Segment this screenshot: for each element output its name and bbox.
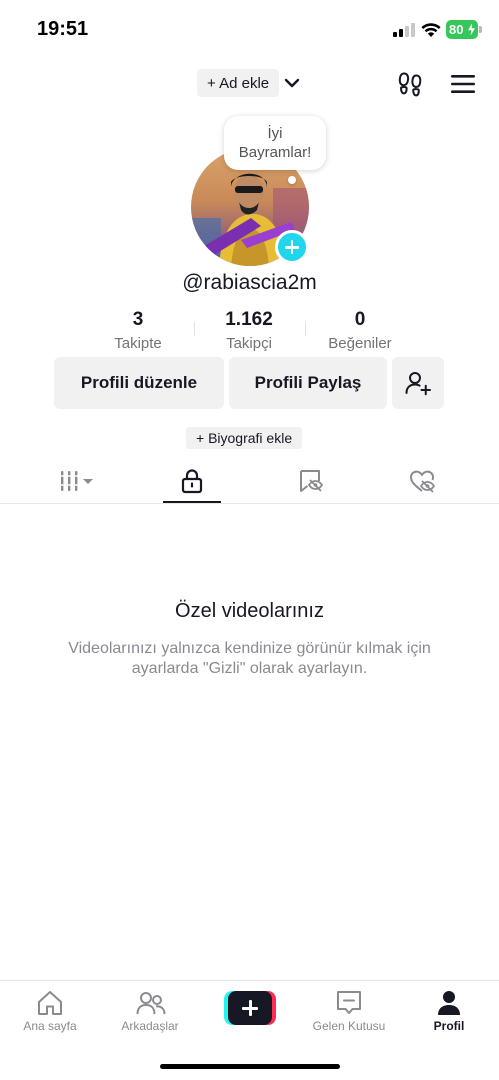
tab-private[interactable] <box>152 458 232 504</box>
likes-stat[interactable]: 0 Beğeniler <box>305 309 415 352</box>
nav-inbox-label: Gelen Kutusu <box>312 1019 386 1033</box>
wifi-icon <box>421 23 441 37</box>
videos-grid-icon <box>59 471 93 491</box>
likes-label: Beğeniler <box>328 335 392 352</box>
friends-icon <box>136 992 166 1015</box>
charging-bolt-icon <box>467 22 476 37</box>
liked-hidden-icon <box>409 470 436 493</box>
battery-level: 80 <box>449 22 464 37</box>
nav-friends-label: Arkadaşlar <box>121 1019 179 1033</box>
active-tab-indicator <box>163 501 221 503</box>
home-indicator <box>160 1064 340 1069</box>
reposts-icon <box>300 470 323 492</box>
share-profile-button[interactable]: Profili Paylaş <box>229 357 387 409</box>
note-bubble[interactable]: İyi Bayramlar! <box>224 116 326 170</box>
battery-icon: 80 <box>446 20 478 39</box>
followers-stat[interactable]: 1.162 Takipçi <box>194 309 304 352</box>
note-bubble-tail <box>288 176 296 184</box>
status-bar: 19:51 80 <box>0 0 499 56</box>
edit-profile-button[interactable]: Profili düzenle <box>54 357 224 409</box>
menu-icon[interactable] <box>450 72 476 96</box>
tab-liked[interactable] <box>382 458 462 504</box>
add-friend-button[interactable] <box>392 357 444 409</box>
nav-inbox[interactable]: Gelen Kutusu <box>299 981 399 1041</box>
note-line-1: İyi <box>267 125 283 142</box>
nav-friends[interactable]: Arkadaşlar <box>100 981 200 1041</box>
following-count: 3 <box>132 309 144 330</box>
tab-videos[interactable] <box>37 458 117 504</box>
add-user-icon <box>405 372 431 396</box>
add-bio-button[interactable]: + Biyografi ekle <box>186 427 303 449</box>
profile-icon <box>438 991 460 1015</box>
battery-nub <box>479 26 482 33</box>
following-stat[interactable]: 3 Takipte <box>83 309 193 352</box>
chevron-down-icon[interactable] <box>283 74 301 92</box>
status-time: 19:51 <box>37 18 89 40</box>
likes-count: 0 <box>354 309 366 330</box>
private-lock-icon <box>181 469 203 494</box>
inbox-icon <box>337 991 361 1014</box>
nav-profile[interactable]: Profil <box>399 981 499 1041</box>
username: @rabiascia2m <box>182 271 317 294</box>
nav-profile-label: Profil <box>433 1019 465 1033</box>
home-icon <box>38 991 62 1015</box>
nav-home[interactable]: Ana sayfa <box>0 981 100 1041</box>
tab-reposts[interactable] <box>270 458 350 504</box>
add-name-button[interactable]: + Ad ekle <box>197 69 280 97</box>
add-story-button[interactable] <box>275 230 309 264</box>
footprint-icon[interactable] <box>396 70 424 98</box>
signal-icon <box>393 23 417 37</box>
nav-home-label: Ana sayfa <box>23 1019 77 1033</box>
profile-tabs <box>0 458 499 504</box>
following-label: Takipte <box>114 335 162 352</box>
empty-state-title: Özel videolarınız <box>175 600 324 622</box>
note-line-2: Bayramlar! <box>238 144 312 161</box>
create-plus-icon[interactable] <box>224 991 276 1025</box>
followers-label: Takipçi <box>226 335 272 352</box>
empty-state-description: Videolarınızı yalnızca kendinize görünür… <box>68 640 431 677</box>
followers-count: 1.162 <box>225 309 273 330</box>
